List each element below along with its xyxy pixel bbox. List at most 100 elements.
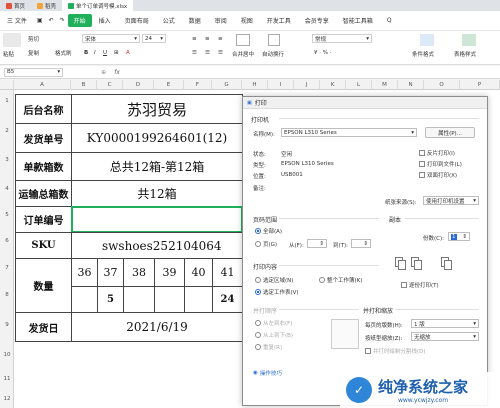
radio-button[interactable]	[255, 277, 261, 283]
menu-view[interactable]: 视图	[234, 16, 260, 25]
row-header[interactable]: 10	[0, 352, 14, 358]
row-header[interactable]: 7	[0, 265, 14, 271]
shipping-no-label[interactable]: 发货单号	[15, 123, 72, 153]
align-center-icon[interactable]: ☰	[205, 50, 210, 56]
menu-developer[interactable]: 开发工具	[260, 16, 298, 25]
to-input[interactable]: ⇕	[351, 239, 371, 248]
column-header[interactable]: E	[154, 80, 184, 90]
column-header[interactable]: F	[184, 80, 212, 90]
date-label[interactable]: 发货日	[15, 312, 72, 342]
row-header[interactable]: 6	[0, 238, 14, 244]
total-box-value[interactable]: 共12箱	[71, 180, 243, 207]
column-header[interactable]: D	[123, 80, 154, 90]
conditional-format-button[interactable]: 条件格式	[412, 50, 434, 58]
shipping-no-value[interactable]: KY0000199264601(12)	[71, 123, 243, 153]
qty-cell[interactable]	[184, 286, 213, 313]
column-header[interactable]: H	[242, 80, 268, 90]
merge-center-button[interactable]: 合并居中	[232, 50, 254, 58]
qty-cell[interactable]	[71, 286, 98, 313]
column-header[interactable]: B	[71, 80, 97, 90]
sku-value[interactable]: swshoes252104064	[71, 232, 243, 259]
selection-option[interactable]: 选定区域(N)	[255, 276, 293, 284]
qty-label[interactable]: 数量	[15, 258, 72, 313]
collate-option[interactable]: 逐份打印(T)	[401, 281, 439, 289]
size-cell[interactable]: 39	[154, 258, 185, 287]
border-icon[interactable]: ⊞	[114, 50, 119, 56]
date-value[interactable]: 2021/6/19	[71, 312, 243, 342]
size-cell[interactable]: 41	[212, 258, 243, 287]
undo-icon[interactable]: ↶	[46, 17, 57, 24]
size-cell[interactable]: 37	[97, 258, 124, 287]
box-count-label[interactable]: 单款箱数	[15, 152, 72, 181]
row-header[interactable]: 4	[0, 186, 14, 192]
save-icon[interactable]: ▣	[34, 17, 46, 24]
print-to-file-option[interactable]: 打印到文件(L)	[419, 160, 462, 168]
radio-button[interactable]	[255, 320, 261, 326]
column-header[interactable]: C	[97, 80, 123, 90]
radio-button[interactable]	[255, 228, 261, 234]
column-header[interactable]: N	[398, 80, 424, 90]
align-top-icon[interactable]: ≡	[192, 36, 197, 42]
column-header[interactable]: O	[424, 80, 460, 90]
column-header[interactable]: I	[268, 80, 294, 90]
row-header[interactable]: 2	[0, 128, 14, 134]
align-left-icon[interactable]: ☰	[192, 50, 197, 56]
formula-input[interactable]	[125, 67, 500, 77]
menu-data[interactable]: 数据	[182, 16, 208, 25]
checkbox[interactable]	[419, 172, 425, 178]
order-no-value[interactable]	[71, 206, 243, 233]
company-value[interactable]: 苏羽贸易	[71, 94, 243, 124]
font-name-select[interactable]: 宋体 ▾	[82, 34, 140, 43]
tips-link[interactable]: ◉ 操作技巧	[253, 369, 282, 377]
radio-button[interactable]	[255, 289, 261, 295]
menu-file[interactable]: 三 文件	[0, 16, 34, 25]
sku-label[interactable]: SKU	[15, 232, 72, 259]
workbook-option[interactable]: 整个工作簿(K)	[319, 276, 362, 284]
scale-paper-select[interactable]: 无缩放 ▾	[411, 332, 479, 341]
menu-smart-tools[interactable]: 智能工具箱	[336, 16, 380, 25]
total-box-label[interactable]: 运输总箱数	[15, 180, 72, 207]
table-style-button[interactable]: 表格样式	[454, 50, 476, 58]
merge-icon[interactable]	[236, 34, 250, 46]
menu-member[interactable]: 会员专享	[298, 16, 336, 25]
print-borders-option[interactable]: 并打时绘制分割线(D)	[365, 347, 426, 355]
dialog-titlebar[interactable]: ▣ 打印	[243, 97, 487, 109]
radio-button[interactable]	[255, 241, 261, 247]
properties-button[interactable]: 属性(P)...	[425, 127, 475, 138]
column-header[interactable]: K	[320, 80, 346, 90]
radio-button[interactable]	[255, 344, 261, 350]
menu-insert[interactable]: 插入	[92, 16, 118, 25]
tab-document[interactable]: 单个订单调号模.xlsx	[62, 0, 134, 11]
row-header[interactable]: 1	[0, 98, 14, 104]
size-cell[interactable]: 40	[184, 258, 213, 287]
wrap-text-button[interactable]: 自动换行	[262, 50, 284, 58]
printer-select[interactable]: EPSON L310 Series ▾	[281, 128, 417, 137]
fx-button[interactable]: fx	[114, 69, 120, 76]
active-sheet-option[interactable]: 选定工作表(V)	[255, 288, 299, 296]
menu-page-layout[interactable]: 页面布局	[118, 16, 156, 25]
menu-formula[interactable]: 公式	[156, 16, 182, 25]
paper-source-select[interactable]: 使用打印机设置 ▾	[423, 196, 479, 205]
paste-icon[interactable]	[3, 33, 21, 47]
checkbox[interactable]	[419, 161, 425, 167]
qty-cell[interactable]	[154, 286, 185, 313]
reverse-print-option[interactable]: 反片打印(I)	[419, 149, 455, 157]
copy-button[interactable]: 复制	[28, 49, 39, 57]
duplex-option[interactable]: 双面打印(X)	[419, 171, 457, 179]
cut-button[interactable]: 剪切	[28, 35, 39, 43]
align-right-icon[interactable]: ☰	[218, 50, 223, 56]
search-icon[interactable]: Q	[380, 17, 399, 24]
tab-docer[interactable]: 稻壳	[31, 0, 62, 11]
row-header[interactable]: 9	[0, 322, 14, 328]
column-header[interactable]: L	[346, 80, 372, 90]
copies-input[interactable]: 1 ⇕	[448, 232, 470, 241]
column-header[interactable]: A	[14, 80, 71, 90]
column-header[interactable]: J	[294, 80, 320, 90]
row-header[interactable]: 12	[0, 396, 14, 402]
radio-button[interactable]	[319, 277, 325, 283]
currency-icon[interactable]: ¥ · % ·	[314, 50, 331, 56]
underline-icon[interactable]: U	[103, 50, 107, 56]
checkbox[interactable]	[401, 282, 407, 288]
size-cell[interactable]: 38	[123, 258, 155, 287]
format-painter-button[interactable]: 格式刷	[55, 49, 72, 57]
